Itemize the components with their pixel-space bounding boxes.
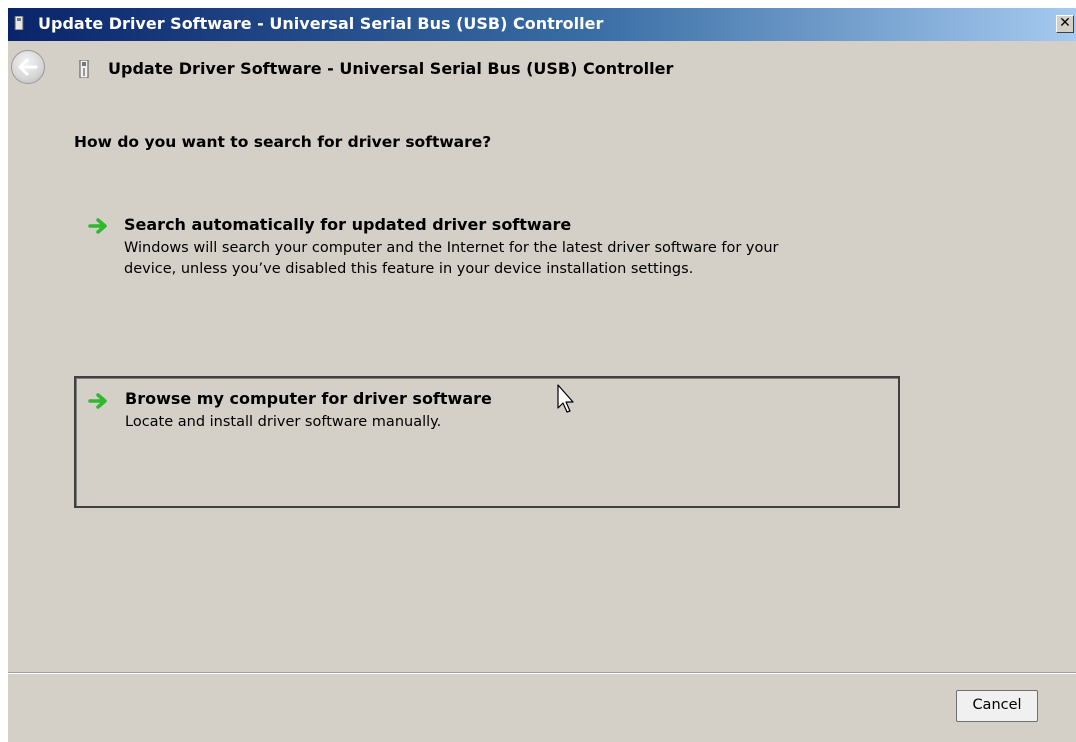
option-description-line: device, unless you’ve disabled this feat… (124, 261, 694, 277)
back-button[interactable] (11, 50, 45, 84)
browse-computer-option[interactable]: Browse my computer for driver software L… (74, 376, 900, 508)
search-automatically-option[interactable]: Search automatically for updated driver … (74, 204, 900, 314)
green-arrow-icon (88, 218, 107, 234)
window-title: Update Driver Software - Universal Seria… (38, 14, 604, 33)
option-description: Locate and install driver software manua… (125, 412, 441, 433)
mouse-pointer-icon (557, 384, 574, 413)
title-bar[interactable]: Update Driver Software - Universal Seria… (8, 8, 1076, 41)
option-description-line: Windows will search your computer and th… (124, 240, 779, 256)
usb-device-icon (79, 60, 89, 78)
update-driver-dialog: Update Driver Software - Universal Seria… (8, 8, 1076, 742)
cancel-button[interactable]: Cancel (956, 690, 1038, 722)
question-heading: How do you want to search for driver sof… (74, 133, 492, 151)
back-arrow-icon (18, 58, 38, 76)
option-description: Windows will search your computer and th… (124, 238, 779, 280)
option-description-line: Locate and install driver software manua… (125, 414, 442, 430)
option-title: Browse my computer for driver software (125, 389, 492, 408)
green-arrow-icon (88, 393, 107, 409)
option-title: Search automatically for updated driver … (124, 215, 572, 234)
usb-device-icon (14, 16, 24, 30)
page-title: Update Driver Software - Universal Seria… (108, 59, 674, 78)
footer-divider (8, 672, 1076, 674)
close-button[interactable]: ✕ (1056, 15, 1074, 33)
